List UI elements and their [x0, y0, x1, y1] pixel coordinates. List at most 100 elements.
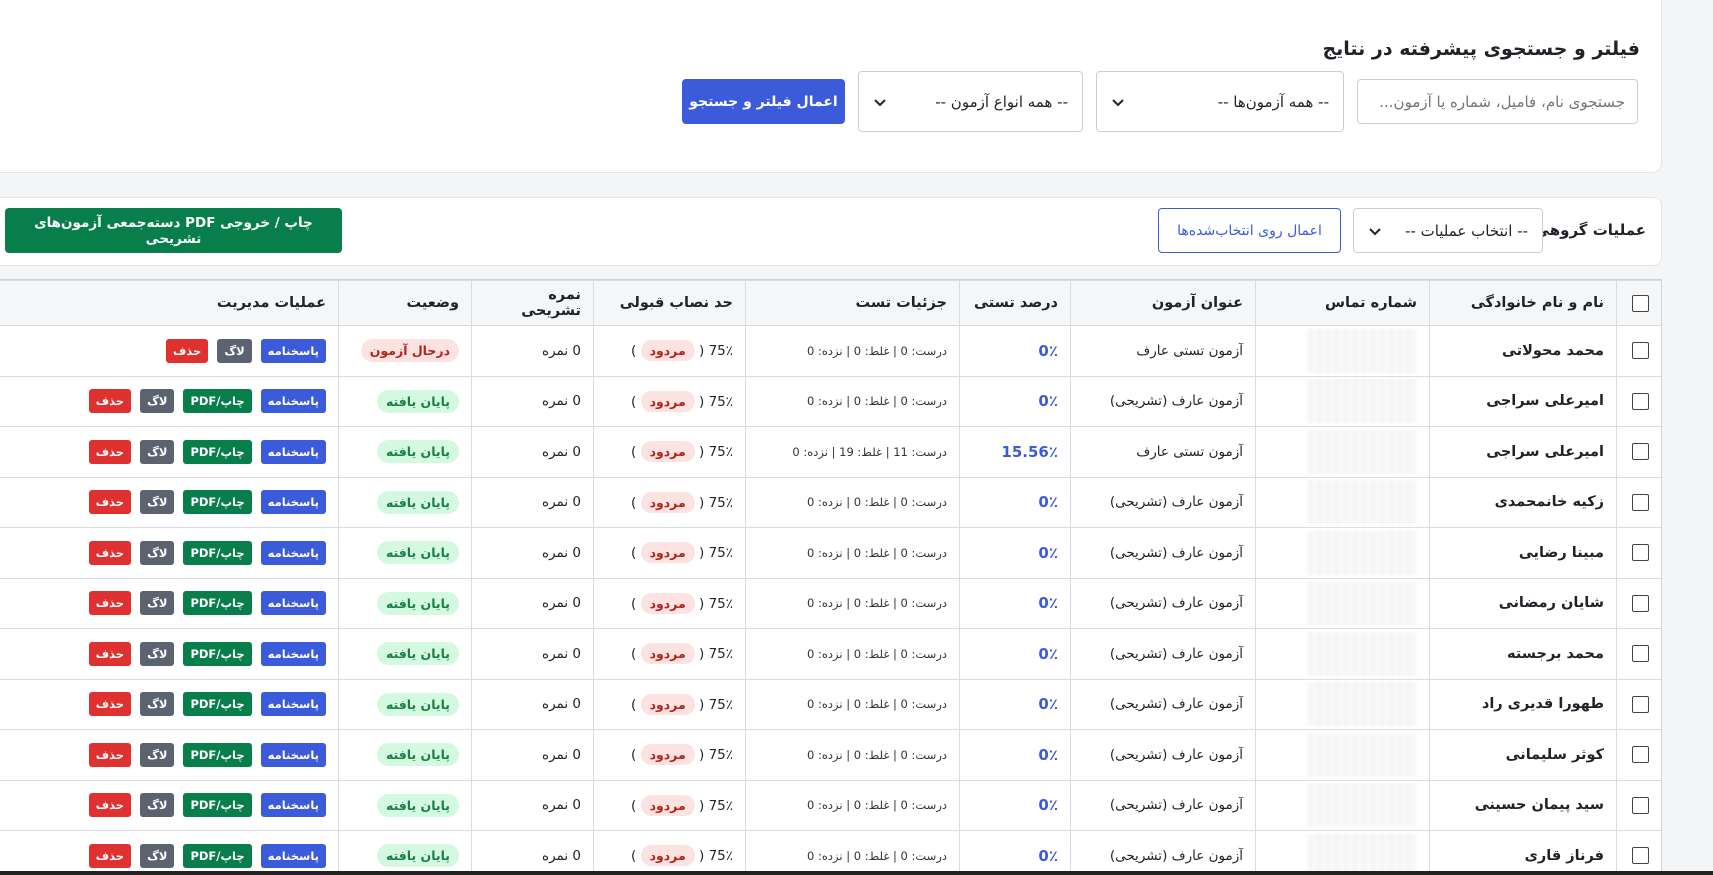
row-checkbox[interactable]	[1631, 645, 1649, 663]
answer-sheet-button[interactable]: پاسخنامه	[260, 439, 326, 464]
exams-select[interactable]: -- همه آزمون‌ها --	[1096, 71, 1344, 132]
log-button[interactable]: لاگ	[217, 338, 252, 363]
delete-button[interactable]: حذف	[88, 793, 132, 818]
test-percent-cell: 0٪	[959, 527, 1071, 579]
print-pdf-button[interactable]: چاپ/PDF	[183, 389, 252, 414]
student-name: سید پیمان حسینی	[1429, 779, 1617, 831]
row-checkbox[interactable]	[1631, 342, 1649, 360]
delete-button[interactable]: حذف	[88, 591, 132, 616]
row-checkbox[interactable]	[1631, 392, 1649, 410]
test-details-cell: درست: 0 | غلط: 0 | نزده: 0	[745, 830, 960, 875]
log-button[interactable]: لاگ	[140, 389, 175, 414]
exam-title: آزمون عارف (تشریحی)	[1070, 476, 1256, 528]
phone-cell	[1255, 830, 1430, 875]
phone-cell	[1255, 729, 1430, 781]
answer-sheet-button[interactable]: پاسخنامه	[260, 843, 326, 868]
header-descriptive-score[interactable]: نمره تشریحی	[471, 280, 594, 326]
management-ops-cell: پاسخنامه چاپ/PDF لاگ حذف	[0, 628, 339, 680]
print-pdf-button[interactable]: چاپ/PDF	[183, 439, 252, 464]
row-checkbox[interactable]	[1631, 544, 1649, 562]
print-pdf-button[interactable]: چاپ/PDF	[183, 793, 252, 818]
status-badge: پایان یافته	[376, 591, 459, 615]
delete-button[interactable]: حذف	[88, 540, 132, 565]
status-badge: پایان یافته	[376, 440, 459, 464]
search-input[interactable]	[1357, 79, 1638, 124]
exam-title: آزمون تستی عارف	[1070, 426, 1256, 478]
answer-sheet-button[interactable]: پاسخنامه	[260, 540, 326, 565]
header-management-ops: عملیات مدیریت	[0, 280, 339, 326]
row-actions: پاسخنامه چاپ/PDF لاگ حذف	[4, 793, 326, 818]
pass-threshold-cell: 75٪ ( مردود )	[593, 527, 746, 579]
select-all-checkbox[interactable]	[1631, 294, 1649, 312]
header-test-details[interactable]: جزئیات تست	[745, 280, 960, 326]
log-button[interactable]: لاگ	[140, 793, 175, 818]
delete-button[interactable]: حذف	[88, 641, 132, 666]
delete-button[interactable]: حذف	[88, 692, 132, 717]
print-pdf-button[interactable]: چاپ/PDF	[183, 843, 252, 868]
rejected-badge: مردود	[640, 592, 695, 614]
log-button[interactable]: لاگ	[140, 490, 175, 515]
print-pdf-button[interactable]: چاپ/PDF	[183, 540, 252, 565]
log-button[interactable]: لاگ	[140, 843, 175, 868]
row-checkbox[interactable]	[1631, 746, 1649, 764]
phone-redacted	[1307, 833, 1417, 875]
status-badge: پایان یافته	[376, 490, 459, 514]
answer-sheet-button[interactable]: پاسخنامه	[260, 338, 326, 363]
log-button[interactable]: لاگ	[140, 692, 175, 717]
header-name[interactable]: نام و نام خانوادگی	[1429, 280, 1617, 326]
pass-threshold-cell: 75٪ ( مردود )	[593, 325, 746, 377]
row-checkbox[interactable]	[1631, 695, 1649, 713]
student-name: زکیه خانمحمدی	[1429, 476, 1617, 528]
row-checkbox[interactable]	[1631, 443, 1649, 461]
log-button[interactable]: لاگ	[140, 540, 175, 565]
delete-button[interactable]: حذف	[88, 389, 132, 414]
bulk-pdf-button[interactable]: چاپ / خروجی PDF دسته‌جمعی آزمون‌های تشری…	[5, 208, 342, 253]
header-exam-title[interactable]: عنوان آزمون	[1070, 280, 1256, 326]
log-button[interactable]: لاگ	[140, 742, 175, 767]
delete-button[interactable]: حذف	[88, 742, 132, 767]
management-ops-cell: پاسخنامه چاپ/PDF لاگ حذف	[0, 426, 339, 478]
row-select-cell	[1616, 476, 1661, 528]
pass-threshold-close: )	[631, 393, 637, 410]
header-test-percent[interactable]: درصد تستی	[959, 280, 1071, 326]
log-button[interactable]: لاگ	[140, 641, 175, 666]
row-checkbox[interactable]	[1631, 493, 1649, 511]
delete-button[interactable]: حذف	[88, 490, 132, 515]
delete-button[interactable]: حذف	[88, 439, 132, 464]
answer-sheet-button[interactable]: پاسخنامه	[260, 641, 326, 666]
row-actions: پاسخنامه چاپ/PDF لاگ حذف	[4, 692, 326, 717]
pass-threshold-cell: 75٪ ( مردود )	[593, 779, 746, 831]
row-select-cell	[1616, 325, 1661, 377]
types-select[interactable]: -- همه انواع آزمون --	[858, 71, 1083, 132]
delete-button[interactable]: حذف	[166, 338, 209, 363]
answer-sheet-button[interactable]: پاسخنامه	[260, 389, 326, 414]
answer-sheet-button[interactable]: پاسخنامه	[260, 742, 326, 767]
answer-sheet-button[interactable]: پاسخنامه	[260, 591, 326, 616]
print-pdf-button[interactable]: چاپ/PDF	[183, 490, 252, 515]
answer-sheet-button[interactable]: پاسخنامه	[260, 490, 326, 515]
chevron-down-icon	[1112, 98, 1124, 106]
header-phone[interactable]: شماره تماس	[1255, 280, 1430, 326]
answer-sheet-button[interactable]: پاسخنامه	[260, 793, 326, 818]
row-checkbox[interactable]	[1631, 796, 1649, 814]
print-pdf-button[interactable]: چاپ/PDF	[183, 692, 252, 717]
header-status[interactable]: وضعیت	[338, 280, 472, 326]
bulk-action-select[interactable]: -- انتخاب عملیات --	[1353, 208, 1543, 253]
apply-bulk-button[interactable]: اعمال روی انتخاب‌شده‌ها	[1158, 208, 1341, 253]
answer-sheet-button[interactable]: پاسخنامه	[260, 692, 326, 717]
delete-button[interactable]: حذف	[88, 843, 132, 868]
test-details-cell: درست: 0 | غلط: 0 | نزده: 0	[745, 527, 960, 579]
log-button[interactable]: لاگ	[140, 591, 175, 616]
test-percent-cell: 0٪	[959, 628, 1071, 680]
print-pdf-button[interactable]: چاپ/PDF	[183, 742, 252, 767]
apply-filter-button[interactable]: اعمال فیلتر و جستجو	[682, 79, 845, 124]
status-cell: پایان یافته	[338, 729, 472, 781]
pass-threshold: 75٪ (	[699, 747, 733, 764]
row-checkbox[interactable]	[1631, 594, 1649, 612]
header-pass-threshold[interactable]: حد نصاب قبولی	[593, 280, 746, 326]
print-pdf-button[interactable]: چاپ/PDF	[183, 641, 252, 666]
print-pdf-button[interactable]: چاپ/PDF	[183, 591, 252, 616]
row-checkbox[interactable]	[1631, 847, 1649, 865]
phone-cell	[1255, 678, 1430, 730]
log-button[interactable]: لاگ	[140, 439, 175, 464]
